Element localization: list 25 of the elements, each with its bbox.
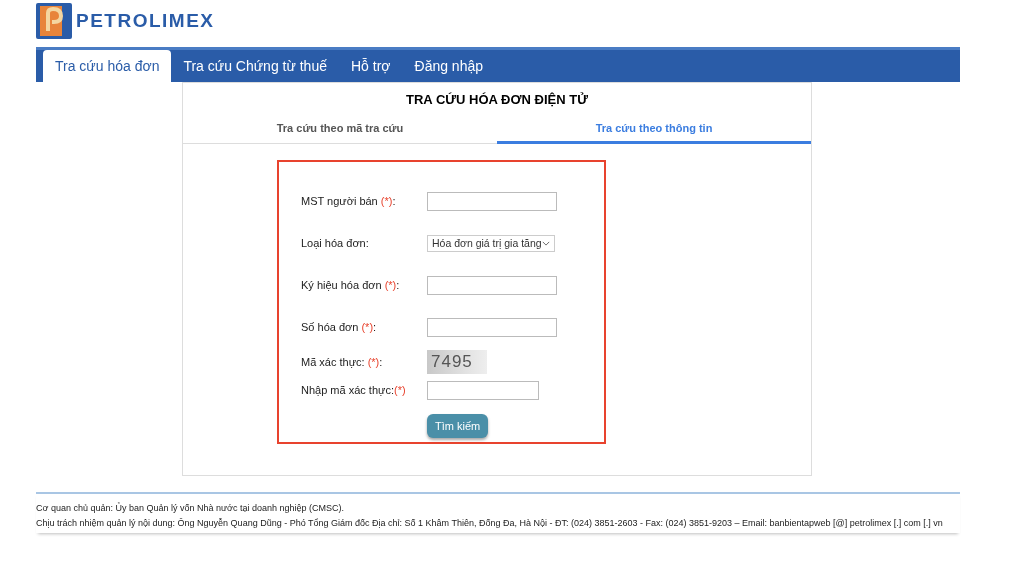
field-label: Loại hóa đơn: — [301, 237, 370, 249]
field-label: Mã xác thực: (*): — [301, 356, 384, 368]
footer-text: Chịu trách nhiệm quản lý nội dung: Ông Nguyễn Quang Dũng - Phó Tổng Giám đốc Địa chỉ: Số 1 Khâm Thiên, Đống Đa, Hà Nội - ĐT: (024) 3851-2603 - Fax: (024) 3851-9203 – Email: banbientapweb [@] petrolimex [.] com [.] vn — [36, 517, 944, 530]
brand-name: PETROLIMEX — [76, 9, 215, 32]
panel-title: TRA CỨU HÓA ĐƠN ĐIỆN TỬ — [405, 91, 589, 109]
input-field[interactable] — [427, 317, 557, 337]
search-tab[interactable]: Tra cứu theo thông tin — [497, 114, 811, 144]
logo-icon — [36, 2, 72, 39]
chevron-down-icon — [542, 240, 550, 246]
nav-tab[interactable]: Hỗ trợ — [339, 50, 403, 82]
input-field[interactable] — [427, 191, 557, 211]
nav-tab[interactable]: Đăng nhập — [402, 50, 496, 82]
field-label: Số hóa đơn (*): — [301, 321, 378, 333]
invoice-type-dropdown[interactable]: Hóa đơn giá trị gia tăng — [427, 234, 555, 252]
input-field[interactable] — [427, 380, 539, 400]
search-tab[interactable]: Tra cứu theo mã tra cứu — [183, 114, 497, 144]
nav-tab[interactable]: Tra cứu hóa đơn — [43, 50, 172, 82]
field-label: Ký hiệu hóa đơn (*): — [301, 279, 401, 291]
input-field[interactable] — [427, 275, 557, 295]
captcha-image: 7495 — [427, 350, 487, 374]
nav-tab[interactable]: Tra cứu Chứng từ thuế — [171, 50, 339, 82]
field-label: MST người bán (*): — [301, 195, 397, 207]
search-button[interactable]: Tìm kiếm — [427, 414, 489, 438]
footer-text: Cơ quan chủ quản: Ủy ban Quản lý vốn Nhà nước tại doanh nghiệp (CMSC). — [36, 501, 345, 515]
field-label: Nhập mã xác thực:(*) — [301, 384, 407, 396]
